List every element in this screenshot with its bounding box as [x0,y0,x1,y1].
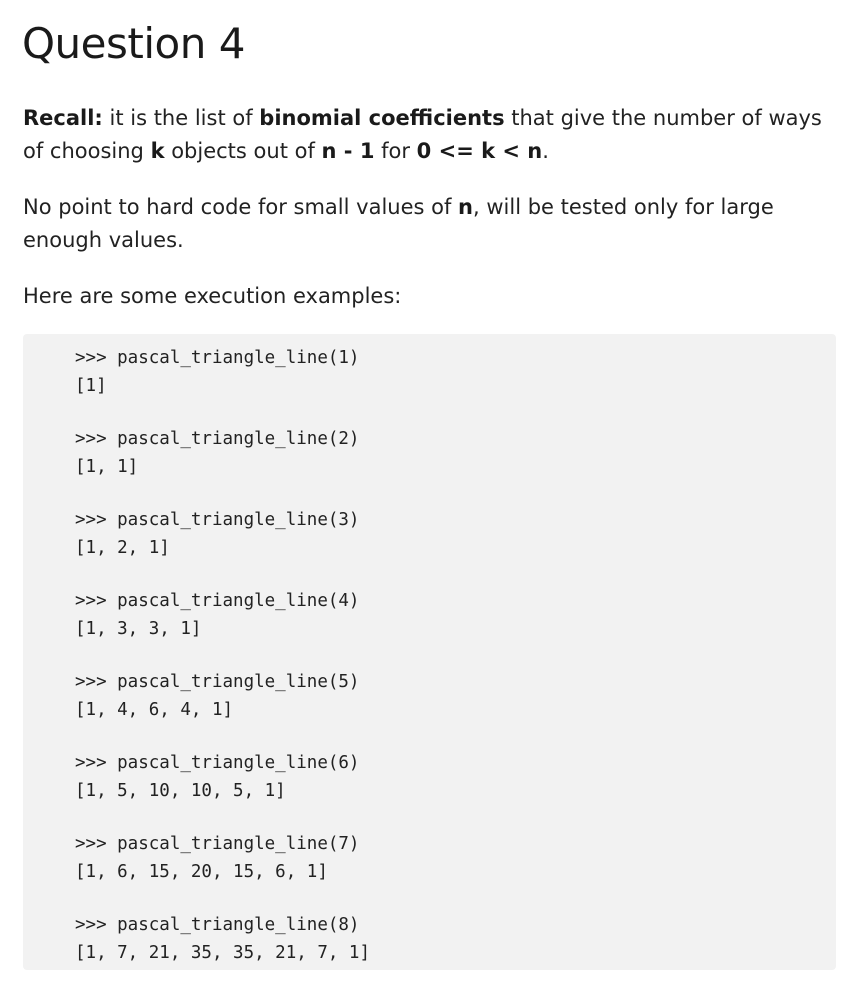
recall-text-1: it is the list of [102,106,260,130]
recall-text-3: objects out of [164,139,322,163]
example-call: >>> pascal_triangle_line(2) [75,429,360,449]
note-text-1: No point to hard code for small values o… [23,195,459,219]
example-result: [1, 5, 10, 10, 5, 1] [75,781,286,801]
example-call: >>> pascal_triangle_line(4) [75,591,360,611]
example-result: [1, 3, 3, 1] [75,619,202,639]
example-7: >>> pascal_triangle_line(7) [1, 6, 15, 2… [75,830,359,886]
binomial-coefficients-term: binomial coefficients [259,106,505,130]
recall-text-5: . [542,139,549,163]
question-title: Question 4 [22,19,245,68]
recall-label: Recall: [23,106,103,130]
variable-n: n [458,195,473,219]
example-call: >>> pascal_triangle_line(8) [75,915,360,935]
expression-n-minus-1: n - 1 [321,139,375,163]
example-call: >>> pascal_triangle_line(6) [75,753,360,773]
example-result: [1, 6, 15, 20, 15, 6, 1] [75,862,328,882]
example-call: >>> pascal_triangle_line(5) [75,672,360,692]
hardcode-note-paragraph: No point to hard code for small values o… [23,191,838,257]
example-result: [1, 7, 21, 35, 35, 21, 7, 1] [75,943,371,963]
recall-paragraph: Recall: it is the list of binomial coeff… [23,102,838,168]
example-5: >>> pascal_triangle_line(5) [1, 4, 6, 4,… [75,668,359,724]
example-result: [1, 4, 6, 4, 1] [75,700,234,720]
example-call: >>> pascal_triangle_line(7) [75,834,360,854]
example-6: >>> pascal_triangle_line(6) [1, 5, 10, 1… [75,749,359,805]
example-8: >>> pascal_triangle_line(8) [1, 7, 21, 3… [75,911,370,967]
example-call: >>> pascal_triangle_line(1) [75,348,360,368]
example-4: >>> pascal_triangle_line(4) [1, 3, 3, 1] [75,587,359,643]
example-2: >>> pascal_triangle_line(2) [1, 1] [75,425,359,481]
example-1: >>> pascal_triangle_line(1) [1] [75,344,359,400]
recall-text-4: for [374,139,417,163]
example-3: >>> pascal_triangle_line(3) [1, 2, 1] [75,506,359,562]
code-examples-block: >>> pascal_triangle_line(1) [1] >>> pasc… [23,334,836,970]
question-page: Question 4 Recall: it is the list of bin… [0,0,862,991]
variable-k: k [150,139,165,163]
example-result: [1, 2, 1] [75,538,170,558]
example-call: >>> pascal_triangle_line(3) [75,510,360,530]
range-condition: 0 <= k < n [416,139,543,163]
example-result: [1] [75,376,107,396]
example-result: [1, 1] [75,457,139,477]
examples-intro: Here are some execution examples: [23,284,402,308]
